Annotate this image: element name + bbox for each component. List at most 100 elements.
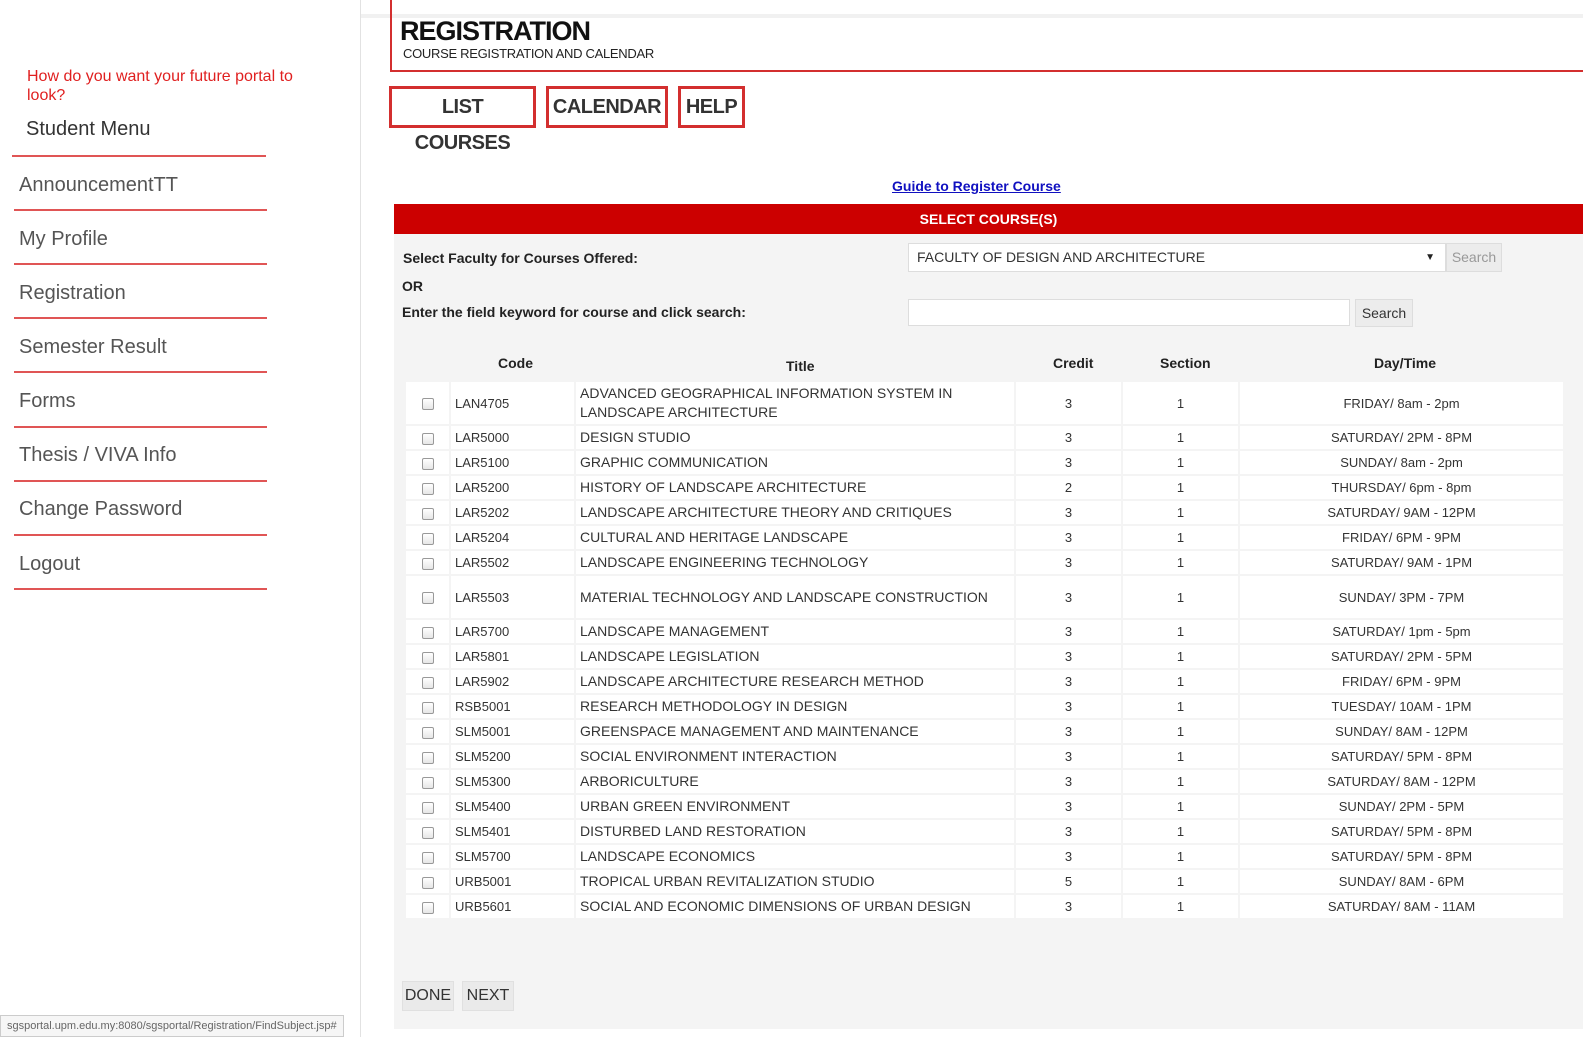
course-section: 1 (1123, 551, 1238, 574)
course-code: LAR5700 (451, 620, 574, 643)
course-select-checkbox[interactable] (421, 726, 434, 739)
course-select-checkbox[interactable] (421, 557, 434, 570)
course-section: 1 (1123, 620, 1238, 643)
course-section: 1 (1123, 451, 1238, 474)
course-select-checkbox[interactable] (421, 482, 434, 495)
sidebar-item-thesis-viva[interactable]: Thesis / VIVA Info (19, 440, 176, 470)
row-checkbox (406, 795, 449, 818)
course-select-checkbox[interactable] (421, 701, 434, 714)
keyword-input[interactable] (908, 299, 1350, 326)
course-credit: 5 (1016, 870, 1121, 893)
course-select-checkbox[interactable] (421, 398, 434, 411)
course-select-checkbox[interactable] (421, 776, 434, 789)
course-select-checkbox[interactable] (421, 626, 434, 639)
guide-to-register-link[interactable]: Guide to Register Course (892, 178, 1061, 194)
tab-calendar[interactable]: CALENDAR (546, 86, 668, 128)
row-checkbox (406, 745, 449, 768)
course-code: LAR5801 (451, 645, 574, 668)
course-select-checkbox[interactable] (421, 851, 434, 864)
tab-help[interactable]: HELP (678, 86, 745, 128)
sidebar: How do you want your future portal to lo… (0, 0, 361, 1037)
course-title: ARBORICULTURE (576, 770, 1014, 793)
course-select-checkbox[interactable] (421, 592, 434, 605)
table-row: LAN4705 ADVANCED GEOGRAPHICAL INFORMATION… (406, 382, 1563, 424)
table-row: SLM5200 SOCIAL ENVIRONMENT INTERACTION 3 1 S… (406, 745, 1563, 768)
sidebar-item-my-profile[interactable]: My Profile (19, 224, 108, 254)
course-title: LANDSCAPE ARCHITECTURE RESEARCH METHOD (576, 670, 1014, 693)
course-title: DESIGN STUDIO (576, 426, 1014, 449)
done-button[interactable]: DONE (402, 981, 454, 1011)
course-select-checkbox[interactable] (421, 901, 434, 914)
course-select-checkbox[interactable] (421, 751, 434, 764)
row-checkbox (406, 870, 449, 893)
menu-divider (12, 155, 266, 157)
course-section: 1 (1123, 770, 1238, 793)
course-select-checkbox[interactable] (421, 432, 434, 445)
course-select-checkbox[interactable] (421, 532, 434, 545)
sidebar-item-semester-result[interactable]: Semester Result (19, 332, 167, 362)
course-code: SLM5400 (451, 795, 574, 818)
course-credit: 3 (1016, 382, 1121, 424)
course-code: LAR5902 (451, 670, 574, 693)
course-daytime: SATURDAY/ 2PM - 8PM (1240, 426, 1563, 449)
table-row: LAR5700 LANDSCAPE MANAGEMENT 3 1 SATURDAY/ 1… (406, 620, 1563, 643)
sidebar-item-registration[interactable]: Registration (19, 278, 126, 308)
row-checkbox (406, 501, 449, 524)
course-select-checkbox[interactable] (421, 826, 434, 839)
keyword-search-button[interactable]: Search (1355, 299, 1413, 327)
course-section: 1 (1123, 670, 1238, 693)
faculty-search-button[interactable]: Search (1446, 243, 1502, 272)
course-code: SLM5001 (451, 720, 574, 743)
course-select-checkbox[interactable] (421, 676, 434, 689)
sidebar-item-change-password[interactable]: Change Password (19, 494, 182, 524)
course-code: URB5601 (451, 895, 574, 918)
table-row: SLM5700 LANDSCAPE ECONOMICS 3 1 SATURDAY/ 5P… (406, 845, 1563, 868)
course-code: LAR5100 (451, 451, 574, 474)
course-code: SLM5200 (451, 745, 574, 768)
row-checkbox (406, 476, 449, 499)
row-checkbox (406, 670, 449, 693)
table-row: LAR5100 GRAPHIC COMMUNICATION 3 1 SUNDAY/ 8a… (406, 451, 1563, 474)
course-title: RESEARCH METHODOLOGY IN DESIGN (576, 695, 1014, 718)
course-title: ADVANCED GEOGRAPHICAL INFORMATION SYSTEM… (576, 382, 1014, 424)
course-select-checkbox[interactable] (421, 651, 434, 664)
course-select-checkbox[interactable] (421, 801, 434, 814)
next-button[interactable]: NEXT (462, 981, 514, 1011)
course-title: LANDSCAPE ECONOMICS (576, 845, 1014, 868)
course-credit: 3 (1016, 695, 1121, 718)
course-title: HISTORY OF LANDSCAPE ARCHITECTURE (576, 476, 1014, 499)
row-checkbox (406, 695, 449, 718)
course-code: LAR5502 (451, 551, 574, 574)
course-title: TROPICAL URBAN REVITALIZATION STUDIO (576, 870, 1014, 893)
page-subtitle: COURSE REGISTRATION AND CALENDAR (403, 46, 654, 61)
course-code: LAR5200 (451, 476, 574, 499)
course-title: GREENSPACE MANAGEMENT AND MAINTENANCE (576, 720, 1014, 743)
course-title: GRAPHIC COMMUNICATION (576, 451, 1014, 474)
course-select-checkbox[interactable] (421, 457, 434, 470)
course-section: 1 (1123, 870, 1238, 893)
sidebar-item-forms[interactable]: Forms (19, 386, 76, 416)
sidebar-item-logout[interactable]: Logout (19, 549, 80, 579)
table-row: SLM5401 DISTURBED LAND RESTORATION 3 1 SATUR… (406, 820, 1563, 843)
course-credit: 3 (1016, 551, 1121, 574)
table-row: SLM5300 ARBORICULTURE 3 1 SATURDAY/ 8AM - 12… (406, 770, 1563, 793)
course-select-checkbox[interactable] (421, 507, 434, 520)
col-header-code: Code (498, 355, 533, 371)
faculty-select[interactable]: FACULTY OF DESIGN AND ARCHITECTURE ▼ (908, 243, 1446, 272)
row-checkbox (406, 770, 449, 793)
course-section: 1 (1123, 820, 1238, 843)
portal-survey-link[interactable]: How do you want your future portal to lo… (27, 67, 327, 105)
course-credit: 3 (1016, 770, 1121, 793)
tab-list-courses[interactable]: LIST COURSES (389, 86, 536, 154)
course-daytime: SATURDAY/ 9AM - 1PM (1240, 551, 1563, 574)
course-code: LAN4705 (451, 382, 574, 424)
course-section: 1 (1123, 526, 1238, 549)
row-checkbox (406, 645, 449, 668)
course-code: SLM5700 (451, 845, 574, 868)
course-select-checkbox[interactable] (421, 876, 434, 889)
row-checkbox (406, 895, 449, 918)
course-section: 1 (1123, 795, 1238, 818)
course-title: SOCIAL ENVIRONMENT INTERACTION (576, 745, 1014, 768)
sidebar-item-announcement[interactable]: AnnouncementTT (19, 170, 178, 200)
course-credit: 3 (1016, 645, 1121, 668)
